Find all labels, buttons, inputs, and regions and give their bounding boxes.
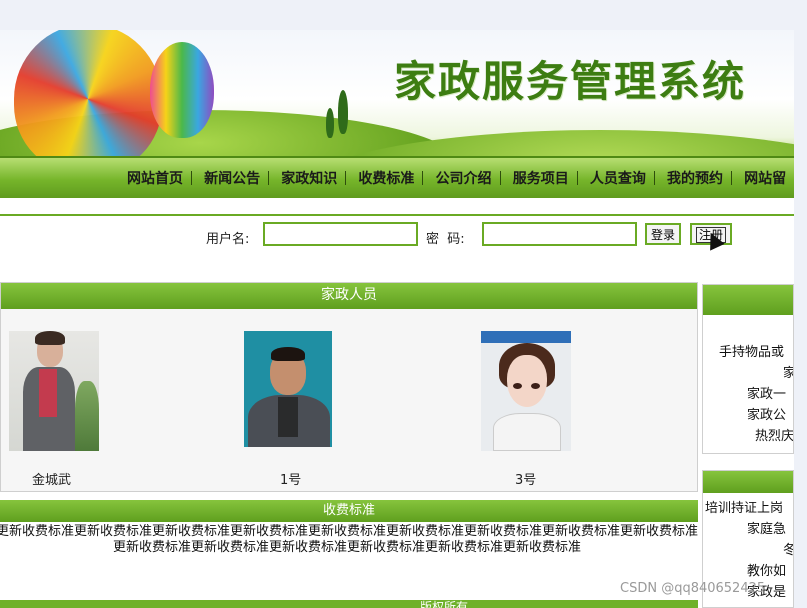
staff-name[interactable]: 金城武 bbox=[32, 469, 71, 488]
news-sidebar: 手持物品或 家 家政一 家政公 热烈庆 bbox=[702, 284, 794, 454]
staff-panel: 家政人员 金城武 1号 3号 bbox=[0, 282, 698, 492]
staff-panel-header: 家政人员 bbox=[1, 283, 697, 309]
knowledge-item[interactable]: 教你如 bbox=[747, 560, 786, 579]
nav-item-home[interactable]: 网站首页 bbox=[127, 168, 200, 188]
staff-name[interactable]: 3号 bbox=[515, 469, 536, 488]
site-title: 家政服务管理系统 bbox=[394, 57, 747, 106]
knowledge-sidebar-header bbox=[703, 471, 793, 493]
csdn-watermark: CSDN @qq840652425 bbox=[620, 581, 766, 596]
nav-item-knowledge[interactable]: 家政知识 bbox=[281, 168, 354, 188]
news-item[interactable]: 家政公 bbox=[747, 404, 786, 423]
username-label: 用户名: bbox=[206, 232, 250, 247]
news-item[interactable]: 家政一 bbox=[747, 383, 786, 402]
news-sidebar-header bbox=[703, 285, 793, 315]
staff-name[interactable]: 1号 bbox=[280, 469, 301, 488]
nav-item-company[interactable]: 公司介绍 bbox=[436, 168, 509, 188]
password-input[interactable] bbox=[482, 222, 637, 246]
top-gap bbox=[0, 0, 807, 30]
footer-bar: 版权所有 bbox=[0, 600, 698, 608]
nav-item-staff-search[interactable]: 人员查询 bbox=[590, 168, 663, 188]
tree-image bbox=[326, 108, 334, 138]
fees-text[interactable]: 更新收费标准更新收费标准更新收费标准更新收费标准更新收费标准更新收费标准更新收费… bbox=[0, 524, 698, 564]
password-label: 密 码: bbox=[426, 232, 465, 247]
nav-item-services[interactable]: 服务项目 bbox=[513, 168, 586, 188]
fees-header: 收费标准 bbox=[0, 500, 698, 522]
nav-item-fees[interactable]: 收费标准 bbox=[358, 168, 431, 188]
nav-item-news[interactable]: 新闻公告 bbox=[204, 168, 277, 188]
knowledge-item[interactable]: 培训持证上岗 bbox=[705, 497, 783, 516]
login-button[interactable]: 登录 bbox=[645, 223, 682, 245]
staff-card[interactable] bbox=[244, 331, 332, 447]
staff-card[interactable] bbox=[9, 331, 99, 451]
right-gap bbox=[794, 30, 807, 608]
nav-item-guestbook[interactable]: 网站留 bbox=[744, 168, 786, 188]
knowledge-item[interactable]: 家庭急 bbox=[747, 518, 786, 537]
staff-card[interactable] bbox=[481, 331, 571, 451]
login-bar: 用户名: 密 码: 登录 注册 bbox=[0, 214, 794, 256]
nav-list: 网站首页 新闻公告 家政知识 收费标准 公司介绍 服务项目 人员查询 我的预约 … bbox=[127, 168, 786, 188]
main-nav: 网站首页 新闻公告 家政知识 收费标准 公司介绍 服务项目 人员查询 我的预约 … bbox=[0, 156, 794, 198]
footer-label: 版权所有 bbox=[420, 600, 469, 608]
hot-air-balloon-image bbox=[150, 42, 214, 138]
news-item[interactable]: 家 bbox=[783, 362, 793, 381]
news-item[interactable]: 热烈庆 bbox=[755, 425, 793, 444]
site-banner: 家政服务管理系统 bbox=[0, 30, 794, 156]
staff-photo[interactable] bbox=[481, 331, 571, 451]
tree-image bbox=[338, 90, 348, 134]
staff-photo[interactable] bbox=[244, 331, 332, 447]
username-input[interactable] bbox=[263, 222, 418, 246]
knowledge-item[interactable]: 冬 bbox=[783, 539, 793, 558]
hot-air-balloon-image bbox=[14, 30, 162, 156]
news-item[interactable]: 手持物品或 bbox=[719, 341, 784, 360]
nav-item-my-bookings[interactable]: 我的预约 bbox=[667, 168, 740, 188]
staff-photo[interactable] bbox=[9, 331, 99, 451]
